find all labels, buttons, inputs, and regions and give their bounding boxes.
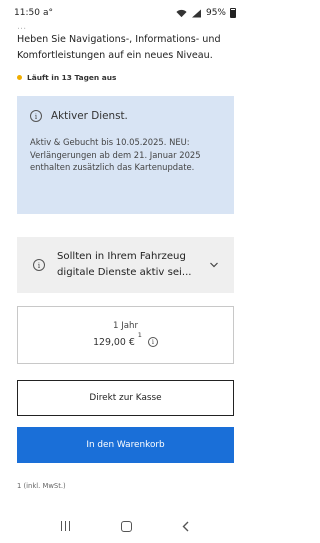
active-service-card: i Aktiver Dienst. Aktiv & Gebucht bis 10… [17,96,234,214]
expiry-notice: Läuft in 13 Tagen aus [17,73,116,82]
home-icon[interactable] [120,520,132,532]
status-right: 95% [176,8,236,18]
expiry-notice-text: Läuft in 13 Tagen aus [27,73,117,82]
price-row: 129,00 € 1 i [93,331,158,349]
intro-description: ... Heben Sie Navigations-, Informations… [17,22,239,64]
system-nav-bar [0,513,250,539]
footnote: 1 (inkl. MwSt.) [17,482,66,490]
info-icon: i [30,110,42,122]
status-left: 11:50 a° [14,8,53,18]
checkout-button[interactable]: Direkt zur Kasse [17,380,234,416]
battery-percent: 95% [205,8,226,18]
intro-faded-line: ... [17,22,27,32]
recent-apps-icon[interactable] [60,521,72,531]
intro-text: Heben Sie Navigations-, Informations- un… [17,34,221,61]
price-info-icon[interactable]: i [147,337,158,347]
warning-dot-icon [17,75,22,80]
status-notification-icons: a° [42,8,53,18]
digital-services-accordion[interactable]: i Sollten in Ihrem Fahrzeug digitale Die… [17,237,234,293]
accordion-text: Sollten in Ihrem Fahrzeug digitale Diens… [57,251,192,278]
price-amount-wrap: 129,00 € 1 [93,331,142,349]
info-card-body: Aktiv & Gebucht bis 10.05.2025. NEU: Ver… [30,137,201,172]
info-icon: i [33,259,45,271]
battery-icon [230,8,236,18]
signal-icon [191,9,201,17]
add-to-cart-button[interactable]: In den Warenkorb [17,427,234,463]
info-card-header: i Aktiver Dienst. [30,110,221,122]
price-duration: 1 Jahr [113,321,138,332]
status-time: 11:50 [14,8,40,18]
chevron-down-icon [210,262,218,268]
price-amount: 129,00 € [93,337,135,349]
back-icon[interactable] [181,521,191,532]
wifi-icon [176,9,187,17]
info-card-title: Aktiver Dienst. [51,110,128,122]
price-footnote-marker: 1 [137,331,142,340]
price-option[interactable]: 1 Jahr 129,00 € 1 i [17,306,234,364]
